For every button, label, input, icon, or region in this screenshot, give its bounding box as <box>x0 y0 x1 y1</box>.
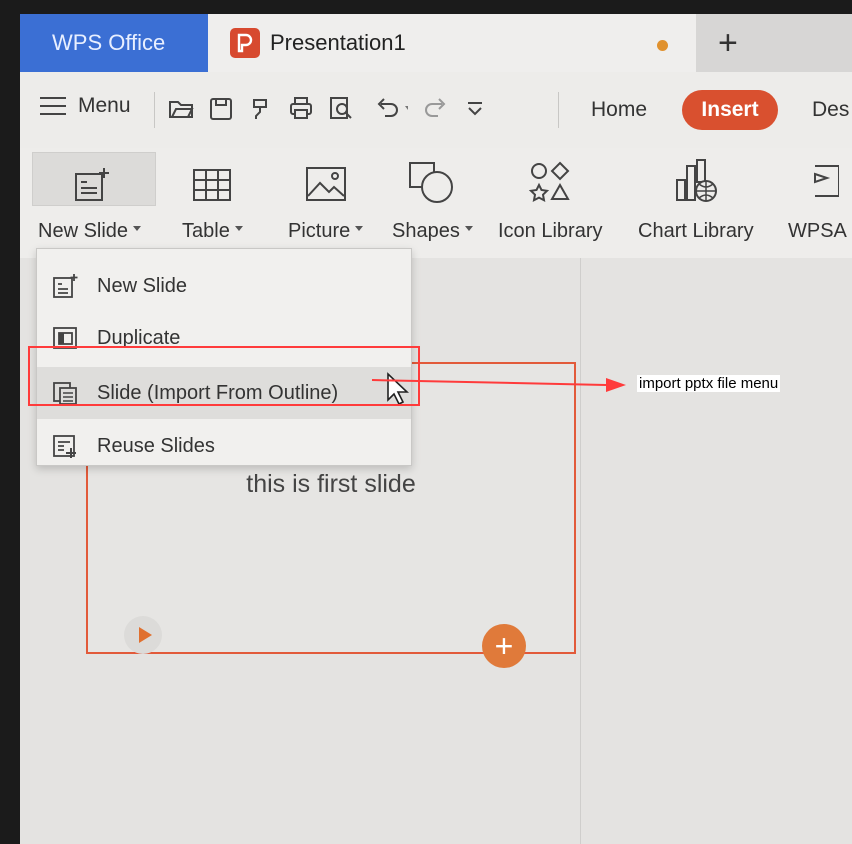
open-folder-icon[interactable] <box>168 94 194 122</box>
new-slide-button[interactable]: New Slide <box>38 148 142 244</box>
new-slide-label: New Slide <box>38 220 129 242</box>
chart-library-button[interactable]: Chart Library <box>638 148 754 244</box>
wps-art-button[interactable]: WPSA <box>788 148 847 244</box>
tab-insert-label: Insert <box>701 98 759 121</box>
annotation-label: import pptx file menu <box>637 375 781 392</box>
menu-item-label: New Slide <box>97 274 188 297</box>
new-tab-button[interactable]: + <box>696 14 852 72</box>
chart-library-icon <box>675 159 717 202</box>
print-icon[interactable] <box>288 94 314 122</box>
picture-label: Picture <box>288 220 351 242</box>
chevron-down-icon <box>133 226 142 232</box>
menu-label: Menu <box>78 94 131 117</box>
document-tab-title: Presentation1 <box>270 30 406 55</box>
divider <box>154 92 155 128</box>
plus-icon: + <box>718 23 738 62</box>
document-tab[interactable]: Presentation1 <box>208 14 696 72</box>
menu-item-reuse-slides[interactable]: Reuse Slides <box>37 421 411 471</box>
tab-design[interactable]: Des <box>812 98 849 122</box>
insert-ribbon: New Slide Table Picture Shapes Icon Libr… <box>20 148 852 258</box>
format-painter-icon[interactable] <box>248 94 274 122</box>
plus-icon: + <box>494 627 514 664</box>
unsaved-indicator-icon <box>657 40 668 51</box>
quick-icons <box>168 94 488 122</box>
picture-icon <box>305 167 346 201</box>
add-slide-button[interactable]: + <box>482 624 526 668</box>
play-slideshow-button[interactable] <box>124 616 162 654</box>
icon-library-button[interactable]: Icon Library <box>498 148 603 244</box>
picture-button[interactable]: Picture <box>288 148 364 244</box>
tab-insert[interactable]: Insert <box>682 90 778 130</box>
icon-library-icon <box>529 161 570 203</box>
divider <box>558 92 559 128</box>
customize-dropdown-icon[interactable] <box>462 94 488 122</box>
wps-office-tab-label: WPS Office <box>52 30 166 55</box>
new-slide-icon <box>53 274 78 298</box>
annotation-highlight-box <box>28 346 420 406</box>
shapes-icon <box>409 162 454 203</box>
play-icon <box>138 627 152 643</box>
pane-divider[interactable] <box>580 258 581 844</box>
chart-library-label: Chart Library <box>638 220 754 242</box>
save-icon[interactable] <box>208 94 234 122</box>
chevron-down-icon <box>464 226 473 232</box>
new-slide-icon <box>74 168 109 201</box>
wps-art-icon <box>814 165 840 197</box>
table-label: Table <box>182 220 230 242</box>
wps-office-tab[interactable]: WPS Office <box>20 14 208 72</box>
title-bar: WPS Office Presentation1 + <box>20 14 852 72</box>
undo-icon[interactable] <box>368 94 408 122</box>
reuse-slides-icon <box>53 435 76 458</box>
quick-access-bar: Menu Home Insert Des <box>20 72 852 148</box>
icon-library-label: Icon Library <box>498 220 603 242</box>
wps-art-label: WPSA <box>788 220 847 242</box>
table-icon <box>193 169 232 201</box>
menu-item-new-slide[interactable]: New Slide <box>37 261 411 311</box>
tab-home[interactable]: Home <box>591 98 647 122</box>
menu-item-label: Reuse Slides <box>97 434 215 457</box>
presentation-icon <box>230 28 260 58</box>
shapes-button[interactable]: Shapes <box>392 148 473 244</box>
print-preview-icon[interactable] <box>328 94 354 122</box>
slide-text: this is first slide <box>246 470 416 498</box>
hamburger-icon <box>40 97 66 115</box>
shapes-label: Shapes <box>392 220 460 242</box>
chevron-down-icon <box>355 226 364 232</box>
redo-icon[interactable] <box>422 94 448 122</box>
app-window: WPS Office Presentation1 + Menu Home Ins… <box>20 14 852 844</box>
table-button[interactable]: Table <box>182 148 243 244</box>
chevron-down-icon <box>234 226 243 232</box>
menu-button[interactable]: Menu <box>40 94 131 118</box>
